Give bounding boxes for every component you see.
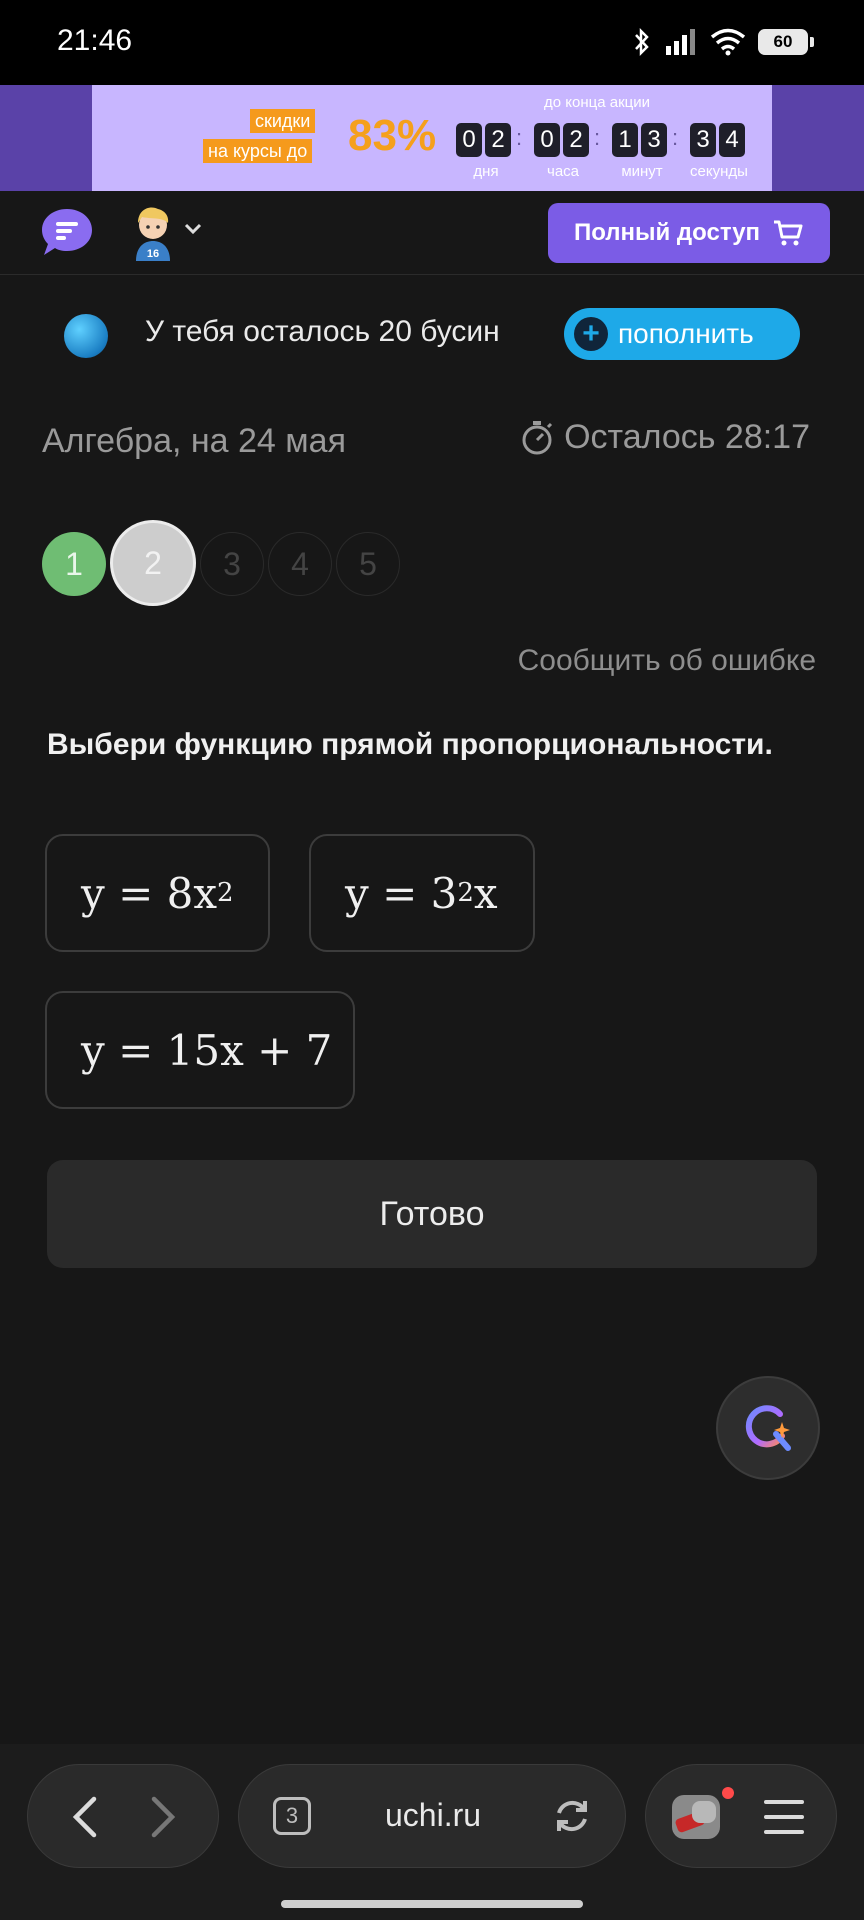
done-button[interactable]: Готово [47,1160,817,1268]
avatar[interactable]: 16 [128,203,178,261]
option-formula: y = 15x + 7 [81,1025,333,1075]
countdown-digit: 2 [563,123,589,157]
answer-option-1[interactable]: y = 8x 2 [45,834,270,952]
promo-tag-line1: скидки [250,109,316,133]
step-indicator-2[interactable]: 2 [110,520,196,606]
countdown-unit-days: дня [473,163,499,180]
stopwatch-icon [522,420,553,454]
countdown-separator: : [672,125,679,150]
step-indicator-4[interactable]: 4 [268,532,332,596]
promo-banner[interactable]: скидки на курсы до 83% до конца акции 0 … [0,85,864,191]
countdown-separator: : [516,125,523,150]
chat-button[interactable] [40,207,94,257]
topup-label: пополнить [618,318,754,349]
app-header: 16 Полный доступ [0,191,864,275]
full-access-button[interactable]: Полный доступ [548,203,830,263]
option-formula: y = 3 [345,868,458,918]
lesson-title: Алгебра, на 24 мая [42,422,346,460]
countdown-digit: 1 [612,123,638,157]
plus-icon: + [574,317,608,351]
status-icons: 60 [632,24,814,60]
profile-thumbnail[interactable] [672,1795,720,1839]
promo-until-label: до конца акции [544,94,650,111]
ai-assistant-button[interactable] [716,1376,820,1480]
cart-icon [774,220,803,246]
back-arrow-icon[interactable] [66,1795,106,1839]
option-formula-tail: x [473,868,498,918]
status-time: 21:46 [57,24,133,57]
countdown-digit: 0 [534,123,560,157]
step-indicator-1[interactable]: 1 [42,532,106,596]
wifi-icon [710,28,746,56]
step-indicator-5[interactable]: 5 [336,532,400,596]
bead-icon [64,314,108,358]
avatar-boy-icon: 16 [136,207,170,261]
address-bar[interactable]: 3 uchi.ru [238,1764,626,1868]
forward-arrow-icon[interactable] [142,1795,182,1839]
full-access-label: Полный доступ [573,219,761,246]
topup-button[interactable]: + пополнить [564,308,800,360]
countdown-separator: : [594,125,601,150]
tab-count-icon[interactable]: 3 [273,1797,311,1835]
report-error-link[interactable]: Сообщить об ошибке [518,644,816,678]
countdown-digit: 0 [456,123,482,157]
status-bar: 21:46 60 [0,0,864,85]
promo-percent: 83% [348,111,437,160]
browser-nav-group [27,1764,219,1868]
signal-icon [666,29,695,55]
chevron-down-icon[interactable] [184,223,202,235]
option-formula: y = 8x [81,868,218,918]
promo-content[interactable]: скидки на курсы до 83% до конца акции 0 … [92,85,772,191]
home-indicator [281,1900,583,1908]
url-text[interactable]: uchi.ru [385,1797,481,1834]
timer: Осталось 28:17 [520,418,810,457]
countdown-unit-hours: часа [547,163,579,180]
timer-text: Осталось 28:17 [564,418,810,456]
step-indicator-3[interactable]: 3 [200,532,264,596]
countdown-unit-seconds: секунды [690,163,748,180]
beads-row: У тебя осталось 20 бусин + пополнить [0,300,864,364]
countdown-digit: 3 [690,123,716,157]
countdown-unit-minutes: минут [621,163,663,180]
countdown-digit: 2 [485,123,511,157]
question-text: Выбери функцию прямой пропорциональности… [47,728,773,761]
browser-menu-group [645,1764,837,1868]
reload-icon[interactable] [551,1795,593,1837]
answer-option-3[interactable]: y = 15x + 7 [45,991,355,1109]
battery-icon: 60 [758,29,814,55]
promo-tag-line2: на курсы до [203,139,313,163]
beads-balance-text: У тебя осталось 20 бусин [145,315,500,348]
answer-option-2[interactable]: y = 32x [309,834,535,952]
notification-dot [722,1787,734,1799]
chat-icon [42,209,92,255]
bluetooth-icon [635,27,649,57]
countdown-digit: 4 [719,123,745,157]
countdown-digit: 3 [641,123,667,157]
browser-toolbar: 3 uchi.ru [0,1744,864,1920]
ai-assistant-icon [745,1405,791,1451]
hamburger-menu-icon[interactable] [762,1797,806,1837]
avatar-badge: 16 [147,248,159,260]
